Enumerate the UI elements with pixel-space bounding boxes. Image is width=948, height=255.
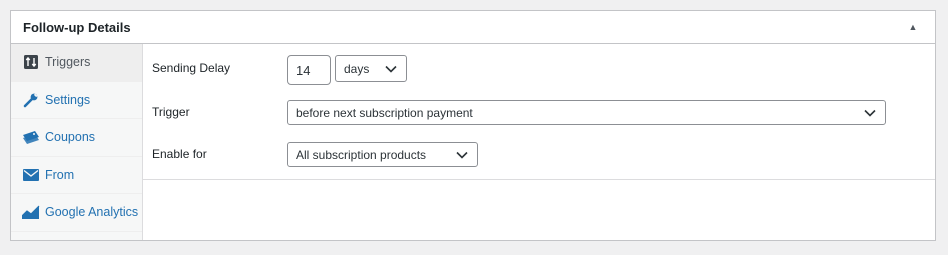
enable-for-select[interactable]: All subscription products <box>287 142 478 167</box>
follow-up-details-box: Follow-up Details ▲ Triggers Settings Co… <box>10 10 936 241</box>
trigger-options: Sending Delay days Trigger before next s… <box>143 44 935 180</box>
tab-label: Google Analytics <box>45 205 139 220</box>
tab-label: From <box>45 167 75 182</box>
chevron-down-icon <box>864 109 876 117</box>
enable-for-label: Enable for <box>152 147 207 161</box>
delay-unit-value: days <box>344 61 370 76</box>
panel: Triggers Settings Coupons From Google An… <box>11 44 935 240</box>
tab-label: Coupons <box>45 130 96 145</box>
collapse-toggle-icon[interactable]: ▲ <box>903 17 923 37</box>
tab-content: Sending Delay days Trigger before next s… <box>143 44 935 240</box>
trigger-select[interactable]: before next subscription payment <box>287 100 886 125</box>
delay-unit-select[interactable]: days <box>335 55 407 82</box>
sending-delay-input[interactable] <box>287 55 331 85</box>
tab-from[interactable]: From <box>11 157 142 194</box>
tab-google-analytics[interactable]: Google Analytics <box>11 194 142 232</box>
sending-delay-label: Sending Delay <box>152 61 231 75</box>
tab-triggers[interactable]: Triggers <box>11 44 142 82</box>
trigger-label: Trigger <box>152 105 190 119</box>
tab-coupons[interactable]: Coupons <box>11 119 142 157</box>
tab-label: Triggers <box>45 55 91 70</box>
coupons-icon <box>21 129 41 145</box>
trigger-value: before next subscription payment <box>296 105 473 120</box>
postbox-header: Follow-up Details ▲ <box>11 11 935 44</box>
chevron-down-icon <box>385 65 397 73</box>
analytics-icon <box>21 204 41 220</box>
chevron-down-icon <box>456 151 468 159</box>
envelope-icon <box>21 167 41 183</box>
postbox-title: Follow-up Details <box>23 19 131 35</box>
wrench-icon <box>21 92 41 108</box>
tab-settings[interactable]: Settings <box>11 82 142 119</box>
enable-for-value: All subscription products <box>296 147 427 162</box>
triggers-icon <box>21 54 41 70</box>
tab-label: Settings <box>45 92 91 107</box>
tabs-sidebar: Triggers Settings Coupons From Google An… <box>11 44 143 240</box>
